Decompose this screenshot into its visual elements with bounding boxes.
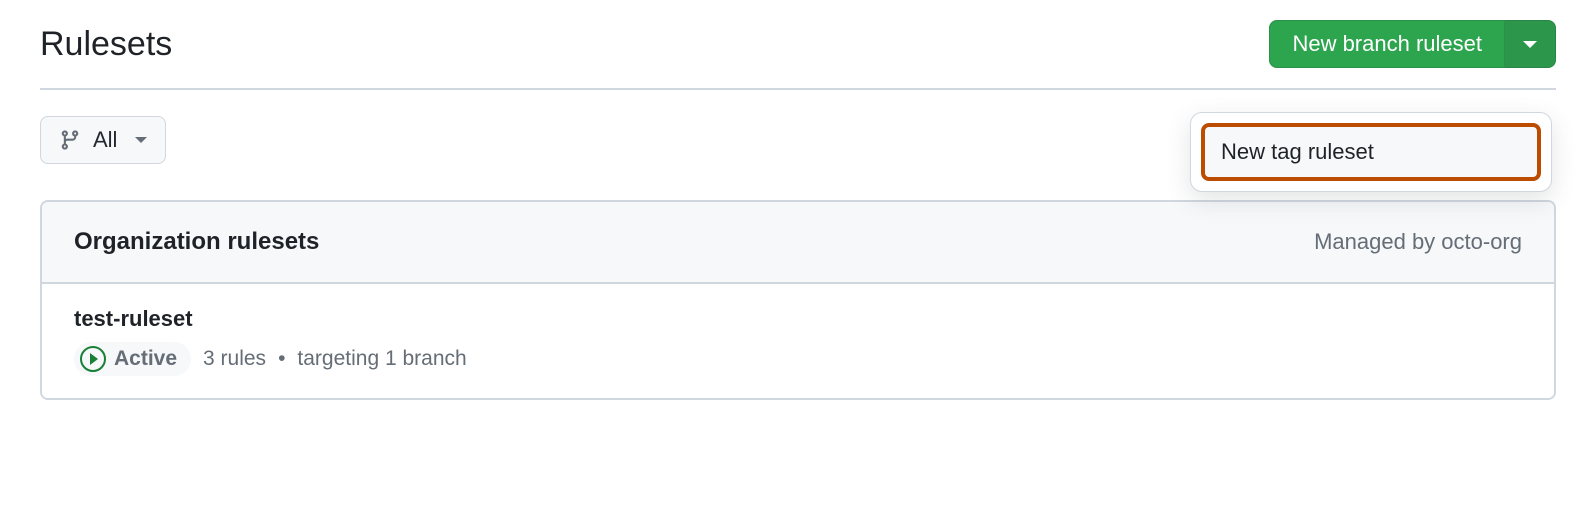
- ruleset-meta: Active 3 rules • targeting 1 branch: [74, 342, 1522, 376]
- caret-down-icon: [1523, 41, 1537, 48]
- git-branch-icon: [59, 129, 81, 151]
- ruleset-list-item[interactable]: test-ruleset Active 3 rules • targeting …: [42, 284, 1554, 398]
- new-ruleset-dropdown-toggle[interactable]: [1505, 20, 1556, 68]
- ruleset-name: test-ruleset: [74, 306, 1522, 332]
- status-text: Active: [114, 347, 177, 371]
- targeting-text: targeting 1 branch: [297, 347, 466, 371]
- new-tag-ruleset-menu-item[interactable]: New tag ruleset: [1201, 123, 1541, 181]
- new-ruleset-dropdown-menu: New tag ruleset: [1190, 112, 1552, 192]
- filter-all-button[interactable]: All: [40, 116, 166, 164]
- meta-separator: •: [278, 347, 285, 371]
- play-icon: [90, 353, 98, 365]
- panel-header: Organization rulesets Managed by octo-or…: [42, 202, 1554, 284]
- organization-rulesets-panel: Organization rulesets Managed by octo-or…: [40, 200, 1556, 400]
- new-ruleset-button-group: New branch ruleset: [1269, 20, 1556, 68]
- status-badge: Active: [74, 342, 191, 376]
- rules-count: 3 rules: [203, 347, 266, 371]
- panel-title: Organization rulesets: [74, 228, 319, 256]
- header-divider: [40, 88, 1556, 90]
- panel-managed-by: Managed by octo-org: [1314, 229, 1522, 255]
- caret-down-icon: [135, 137, 147, 143]
- page-title: Rulesets: [40, 25, 172, 64]
- play-circle-icon: [80, 346, 106, 372]
- filter-label: All: [93, 127, 117, 153]
- new-branch-ruleset-button[interactable]: New branch ruleset: [1269, 20, 1505, 68]
